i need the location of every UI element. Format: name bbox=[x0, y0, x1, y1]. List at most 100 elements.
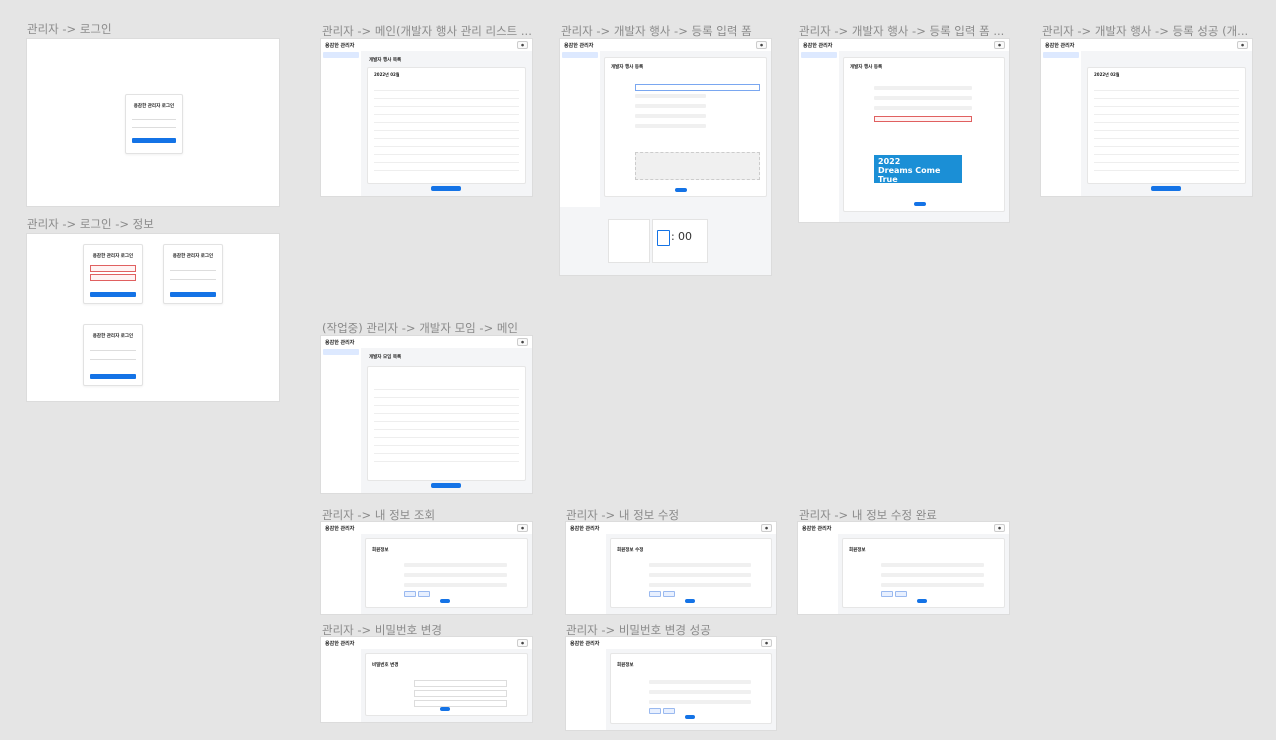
brand-title: 용감한 관리자 bbox=[325, 525, 355, 532]
sidebar bbox=[799, 51, 840, 222]
frame-label-login-info: 관리자 -> 로그인 -> 정보 bbox=[27, 217, 154, 231]
brand-title: 용감한 관리자 bbox=[803, 42, 833, 49]
frame-form2: 용감한 관리자 ● 개발자 행사 등록 2022 Dreams Come True bbox=[799, 39, 1009, 222]
sidebar bbox=[566, 649, 607, 730]
submit-button[interactable] bbox=[675, 188, 687, 192]
login-button[interactable] bbox=[90, 292, 136, 297]
sidebar bbox=[566, 534, 607, 614]
brand-title: 용감한 관리자 bbox=[802, 525, 832, 532]
myinfo-edit-card: 회원정보 수정 bbox=[610, 538, 772, 608]
login-id-input[interactable] bbox=[90, 345, 136, 351]
event-banner-image: 2022 Dreams Come True bbox=[874, 155, 962, 184]
user-menu[interactable]: ● bbox=[516, 639, 528, 647]
user-menu[interactable]: ● bbox=[760, 524, 772, 532]
brand-title: 용감한 관리자 bbox=[570, 640, 600, 647]
add-meetup-button[interactable] bbox=[431, 483, 461, 488]
frame-meetup: 용감한 관리자 ● 개발자 모임 목록 bbox=[321, 336, 532, 493]
user-menu[interactable]: ● bbox=[760, 639, 772, 647]
page-title: 개발자 행사 등록 bbox=[850, 65, 883, 70]
datepicker[interactable] bbox=[608, 219, 650, 263]
frame-main: 용감한 관리자 ● 개발자 행사 목록 2022년 02월 bbox=[321, 39, 532, 196]
edit-button[interactable] bbox=[917, 599, 927, 603]
login-pw-input[interactable] bbox=[132, 122, 176, 128]
user-menu[interactable]: ● bbox=[516, 338, 528, 346]
login-button[interactable] bbox=[90, 374, 136, 379]
login-button[interactable] bbox=[170, 292, 216, 297]
save-button[interactable] bbox=[685, 599, 695, 603]
frame-label-success: 관리자 -> 개발자 행사 -> 등록 성공 (개... bbox=[1042, 24, 1249, 38]
sidebar bbox=[560, 51, 601, 207]
sidebar bbox=[321, 51, 362, 196]
edit-button[interactable] bbox=[685, 715, 695, 719]
month-label: 2022년 02월 bbox=[1094, 72, 1120, 77]
user-menu[interactable]: ● bbox=[993, 41, 1005, 49]
brand-title: 용감한 관리자 bbox=[325, 42, 355, 49]
frame-myinfo: 용감한 관리자 ● 회원정보 bbox=[321, 522, 532, 614]
myinfo-card: 회원정보 bbox=[842, 538, 1005, 608]
login-pw-input[interactable] bbox=[170, 274, 216, 280]
login-pw-input[interactable] bbox=[90, 354, 136, 360]
register-card: 개발자 행사 등록 bbox=[604, 57, 767, 197]
pw-card: 비밀번호 변경 bbox=[365, 653, 528, 716]
page-title: 개발자 행사 목록 bbox=[369, 58, 402, 63]
login-id-input[interactable] bbox=[132, 114, 176, 120]
myinfo-card: 회원정보 bbox=[610, 653, 772, 724]
brand-title: 용감한 관리자 bbox=[325, 339, 355, 346]
login-id-input[interactable] bbox=[90, 265, 136, 272]
page-title: 비밀번호 변경 bbox=[372, 663, 399, 668]
frame-login-info: 용감한 관리자 로그인 용감한 관리자 로그인 용감한 관리자 로그인 bbox=[27, 234, 279, 401]
user-menu[interactable]: ● bbox=[755, 41, 767, 49]
sidebar bbox=[798, 534, 839, 614]
change-password-button[interactable] bbox=[440, 707, 450, 711]
login-card-success: 용감한 관리자 로그인 bbox=[83, 324, 143, 386]
page-title: 회원정보 bbox=[372, 548, 389, 553]
frame-label-form: 관리자 -> 개발자 행사 -> 등록 입력 폼 bbox=[561, 24, 752, 38]
brand-title: 용감한 관리자 bbox=[564, 42, 594, 49]
add-event-button[interactable] bbox=[431, 186, 461, 191]
page-title: 회원정보 bbox=[617, 663, 634, 668]
time-minutes[interactable]: 00 bbox=[678, 230, 692, 243]
edit-button[interactable] bbox=[440, 599, 450, 603]
login-title: 용감한 관리자 로그인 bbox=[92, 254, 134, 259]
brand-title: 용감한 관리자 bbox=[570, 525, 600, 532]
frame-label-login: 관리자 -> 로그인 bbox=[27, 22, 112, 36]
sidebar bbox=[1041, 51, 1082, 196]
frame-label-main: 관리자 -> 메인(개발자 행사 관리 리스트 ... bbox=[322, 24, 532, 38]
login-title: 용감한 관리자 로그인 bbox=[172, 254, 214, 259]
sidebar bbox=[321, 534, 362, 614]
frame-label-pw-done: 관리자 -> 비밀번호 변경 성공 bbox=[566, 623, 711, 637]
frame-label-form2: 관리자 -> 개발자 행사 -> 등록 입력 폼 ... bbox=[799, 24, 1005, 38]
add-event-button[interactable] bbox=[1151, 186, 1181, 191]
register-card: 개발자 행사 등록 2022 Dreams Come True bbox=[843, 57, 1005, 212]
event-list-card: 2022년 02월 bbox=[1087, 67, 1246, 184]
frame-pw-done: 용감한 관리자 ● 회원정보 bbox=[566, 637, 776, 730]
page-title: 회원정보 수정 bbox=[617, 548, 644, 553]
user-menu[interactable]: ● bbox=[516, 524, 528, 532]
frame-label-pw: 관리자 -> 비밀번호 변경 bbox=[322, 623, 442, 637]
login-id-input[interactable] bbox=[170, 265, 216, 271]
frame-myinfo-edit: 용감한 관리자 ● 회원정보 수정 bbox=[566, 522, 776, 614]
meetup-list-card bbox=[367, 366, 526, 481]
user-menu[interactable]: ● bbox=[516, 41, 528, 49]
event-list-card: 2022년 02월 bbox=[367, 67, 526, 184]
submit-button[interactable] bbox=[914, 202, 926, 206]
login-card-hint: 용감한 관리자 로그인 bbox=[163, 244, 223, 304]
timepicker[interactable]: : 00 bbox=[652, 219, 708, 263]
frame-label-myinfo-done: 관리자 -> 내 정보 수정 완료 bbox=[799, 508, 937, 522]
user-menu[interactable]: ● bbox=[993, 524, 1005, 532]
login-pw-input[interactable] bbox=[90, 274, 136, 281]
frame-success: 용감한 관리자 ● 2022년 02월 bbox=[1041, 39, 1252, 196]
page-title: 개발자 행사 등록 bbox=[611, 65, 644, 70]
month-label: 2022년 02월 bbox=[374, 72, 400, 77]
login-title: 용감한 관리자 로그인 bbox=[133, 104, 175, 109]
login-button[interactable] bbox=[132, 138, 176, 143]
user-menu[interactable]: ● bbox=[1236, 41, 1248, 49]
sidebar bbox=[321, 649, 362, 722]
frame-label-myinfo-edit: 관리자 -> 내 정보 수정 bbox=[566, 508, 680, 522]
brand-title: 용감한 관리자 bbox=[1045, 42, 1075, 49]
myinfo-card: 회원정보 bbox=[365, 538, 528, 608]
time-separator: : bbox=[671, 230, 675, 243]
login-card: 용감한 관리자 로그인 bbox=[125, 94, 183, 154]
frame-label-myinfo: 관리자 -> 내 정보 조회 bbox=[322, 508, 436, 522]
frame-myinfo-done: 용감한 관리자 ● 회원정보 bbox=[798, 522, 1009, 614]
